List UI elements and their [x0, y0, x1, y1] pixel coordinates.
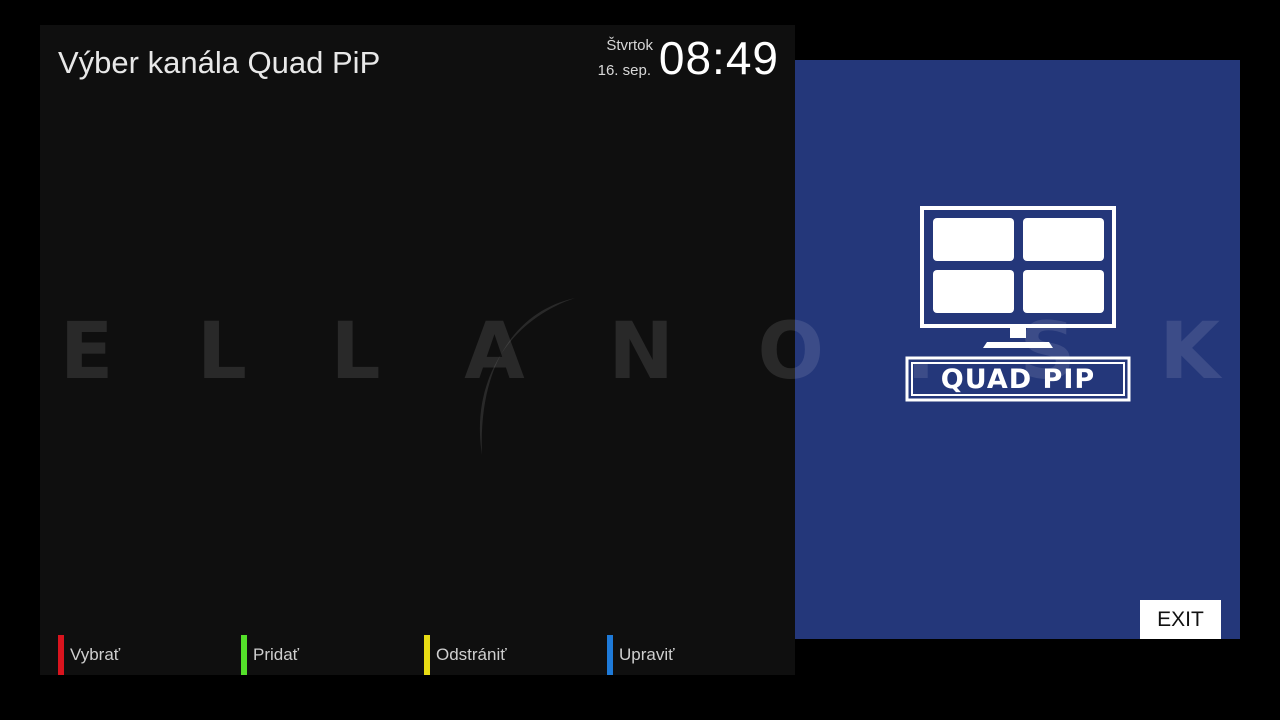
red-key-label: Vybrať [70, 645, 121, 664]
clock-date: 16. sep. [597, 62, 651, 79]
exit-button[interactable]: EXIT [1140, 600, 1221, 639]
quad-pip-logo: QUAD PIP [905, 206, 1131, 402]
green-key-label: Pridať [253, 645, 300, 664]
quad-screen-monitor-icon [920, 206, 1116, 348]
screen-title: Výber kanála Quad PiP [58, 45, 381, 80]
red-key-select[interactable]: Vybrať [58, 635, 120, 675]
channel-selection-panel: Výber kanála Quad PiP Štvrtok 16. sep. 0… [40, 25, 795, 675]
yellow-key-remove[interactable]: Odstrániť [424, 635, 507, 675]
green-key-add[interactable]: Pridať [241, 635, 299, 675]
clock-day: Štvrtok [606, 37, 653, 54]
blue-key-label: Upraviť [619, 645, 675, 664]
tv-screen: Výber kanála Quad PiP Štvrtok 16. sep. 0… [0, 0, 1280, 720]
clock-time: 08:49 [658, 32, 779, 84]
quad-pip-logo-text: QUAD PIP [940, 363, 1096, 395]
red-key-swatch [58, 635, 64, 675]
quad-pip-preview-panel: QUAD PIP EXIT [795, 60, 1240, 639]
color-button-bar: Vybrať Pridať Odstrániť Upraviť [40, 633, 795, 675]
yellow-key-label: Odstrániť [436, 645, 507, 664]
yellow-key-swatch [424, 635, 430, 675]
blue-key-edit[interactable]: Upraviť [607, 635, 675, 675]
green-key-swatch [241, 635, 247, 675]
blue-key-swatch [607, 635, 613, 675]
